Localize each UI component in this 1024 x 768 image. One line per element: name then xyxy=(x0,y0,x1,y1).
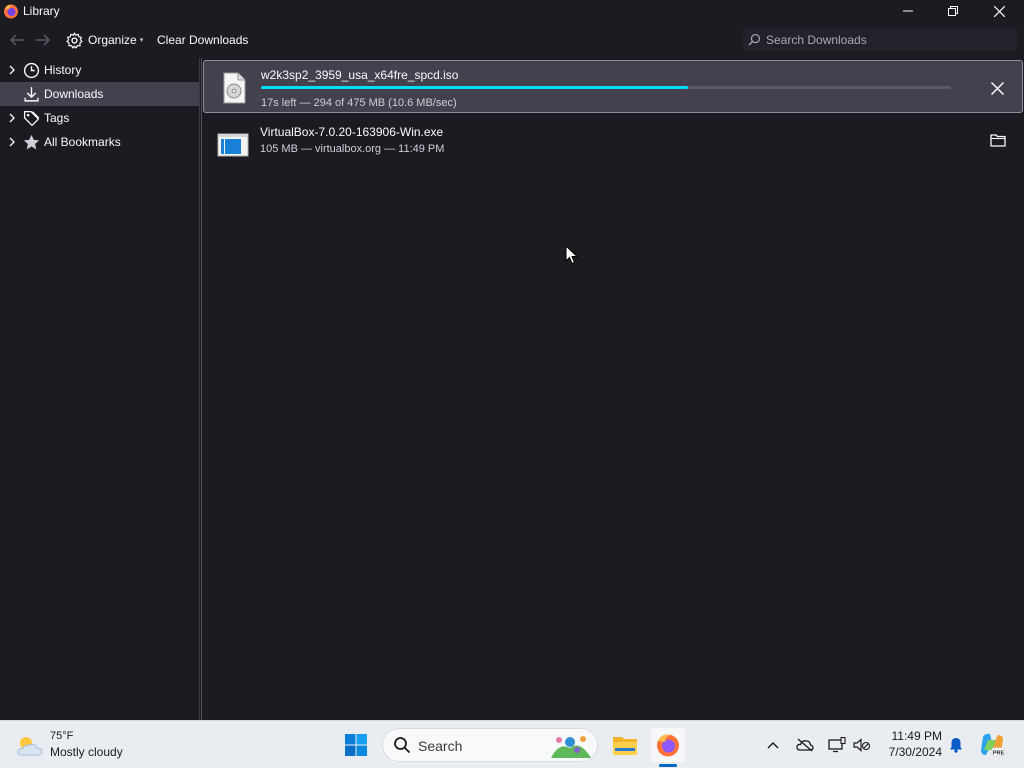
download-filename: VirtualBox-7.0.20-163906-Win.exe xyxy=(260,125,444,139)
close-icon xyxy=(990,81,1004,95)
show-hidden-icons-button[interactable] xyxy=(762,734,784,756)
search-highlight-illustration-icon xyxy=(551,736,591,758)
gear-icon xyxy=(66,31,83,49)
taskbar-search-box[interactable]: Search xyxy=(382,728,598,762)
onedrive-tray-button[interactable] xyxy=(794,734,816,756)
sidebar-item-downloads[interactable]: Downloads xyxy=(0,82,199,106)
folder-icon xyxy=(990,134,1006,147)
library-toolbar: Organize ▾ Clear Downloads xyxy=(0,22,1024,58)
taskbar-search-label: Search xyxy=(418,738,463,754)
forward-button[interactable] xyxy=(34,31,52,49)
window-title: Library xyxy=(23,4,60,18)
sidebar-item-label: All Bookmarks xyxy=(44,135,121,149)
windows-logo-icon xyxy=(345,734,367,756)
file-explorer-taskbar-button[interactable] xyxy=(608,728,642,762)
chevron-right-icon[interactable] xyxy=(7,113,17,123)
title-bar: Library xyxy=(0,0,1024,22)
close-icon xyxy=(993,5,1005,17)
active-app-indicator xyxy=(659,764,677,767)
volume-tray-button[interactable] xyxy=(851,734,873,756)
download-item-in-progress[interactable]: w2k3sp2_3959_usa_x64fre_spcd.iso 17s lef… xyxy=(203,60,1023,113)
firefox-logo-icon xyxy=(657,734,679,757)
weather-condition: Mostly cloudy xyxy=(50,745,123,759)
exe-file-icon xyxy=(217,133,249,157)
cloud-off-icon xyxy=(796,738,814,752)
chevron-right-icon[interactable] xyxy=(7,65,17,75)
show-in-folder-button[interactable] xyxy=(987,129,1009,151)
svg-text:PRE: PRE xyxy=(993,750,1005,756)
sidebar-item-history[interactable]: History xyxy=(0,58,199,82)
mouse-pointer-icon xyxy=(565,245,579,265)
arrow-right-icon xyxy=(36,34,51,46)
search-icon xyxy=(748,33,761,46)
cancel-download-button[interactable] xyxy=(986,77,1008,99)
start-button[interactable] xyxy=(340,729,372,761)
disc-file-icon xyxy=(223,72,246,104)
organize-menu-button[interactable]: Organize ▾ xyxy=(66,31,143,49)
firefox-logo-icon xyxy=(4,4,18,19)
tag-icon xyxy=(23,110,40,126)
sidebar-item-label: Downloads xyxy=(44,87,104,101)
download-filename: w2k3sp2_3959_usa_x64fre_spcd.iso xyxy=(261,68,459,82)
chevron-right-icon[interactable] xyxy=(7,137,17,147)
download-progress-bar xyxy=(261,86,951,89)
weather-temperature: 75°F xyxy=(50,730,74,742)
folder-icon xyxy=(613,737,637,755)
clock-time: 11:49 PM xyxy=(891,729,942,743)
download-icon xyxy=(24,86,39,102)
network-tray-button[interactable] xyxy=(826,734,848,756)
weather-widget[interactable]: 75°F Mostly cloudy xyxy=(15,729,165,761)
firefox-taskbar-button[interactable] xyxy=(651,728,685,762)
network-icon xyxy=(828,737,846,753)
library-sidebar: History Downloads Tags All Bookmarks xyxy=(0,58,200,720)
organize-label: Organize xyxy=(88,33,137,47)
partly-cloudy-icon xyxy=(17,737,43,756)
search-downloads-input[interactable] xyxy=(766,32,1006,47)
clock-date: 7/30/2024 xyxy=(888,745,942,759)
chevron-down-icon: ▾ xyxy=(139,37,144,44)
downloads-list: w2k3sp2_3959_usa_x64fre_spcd.iso 17s lef… xyxy=(201,58,1024,720)
arrow-left-icon xyxy=(9,34,24,46)
minimize-icon xyxy=(903,10,913,12)
download-progress-fill xyxy=(261,86,689,89)
speaker-muted-icon xyxy=(853,738,871,752)
download-item-completed[interactable]: VirtualBox-7.0.20-163906-Win.exe 105 MB … xyxy=(203,118,1023,171)
sidebar-item-label: Tags xyxy=(44,111,70,125)
copilot-icon[interactable]: PRE xyxy=(978,731,1006,759)
sidebar-item-label: History xyxy=(44,63,82,77)
clear-downloads-button[interactable]: Clear Downloads xyxy=(157,33,248,47)
bell-icon xyxy=(950,738,962,753)
maximize-button[interactable] xyxy=(930,0,976,22)
back-button[interactable] xyxy=(8,31,26,49)
sidebar-item-all-bookmarks[interactable]: All Bookmarks xyxy=(0,130,199,154)
notifications-button[interactable] xyxy=(945,734,967,756)
search-box[interactable] xyxy=(743,28,1017,51)
download-status: 17s left — 294 of 475 MB (10.6 MB/sec) xyxy=(261,97,457,109)
sidebar-item-tags[interactable]: Tags xyxy=(0,106,199,130)
minimize-button[interactable] xyxy=(885,0,931,22)
windows-taskbar: 75°F Mostly cloudy Search 11:49 PM 7/30/… xyxy=(0,720,1024,768)
clock-icon xyxy=(23,62,40,78)
chevron-up-icon xyxy=(767,742,779,749)
search-icon xyxy=(394,737,411,754)
close-window-button[interactable] xyxy=(976,0,1022,22)
restore-icon xyxy=(948,6,958,16)
download-status: 105 MB — virtualbox.org — 11:49 PM xyxy=(260,143,445,155)
taskbar-clock[interactable]: 11:49 PM 7/30/2024 xyxy=(880,728,942,760)
star-icon xyxy=(23,134,40,149)
